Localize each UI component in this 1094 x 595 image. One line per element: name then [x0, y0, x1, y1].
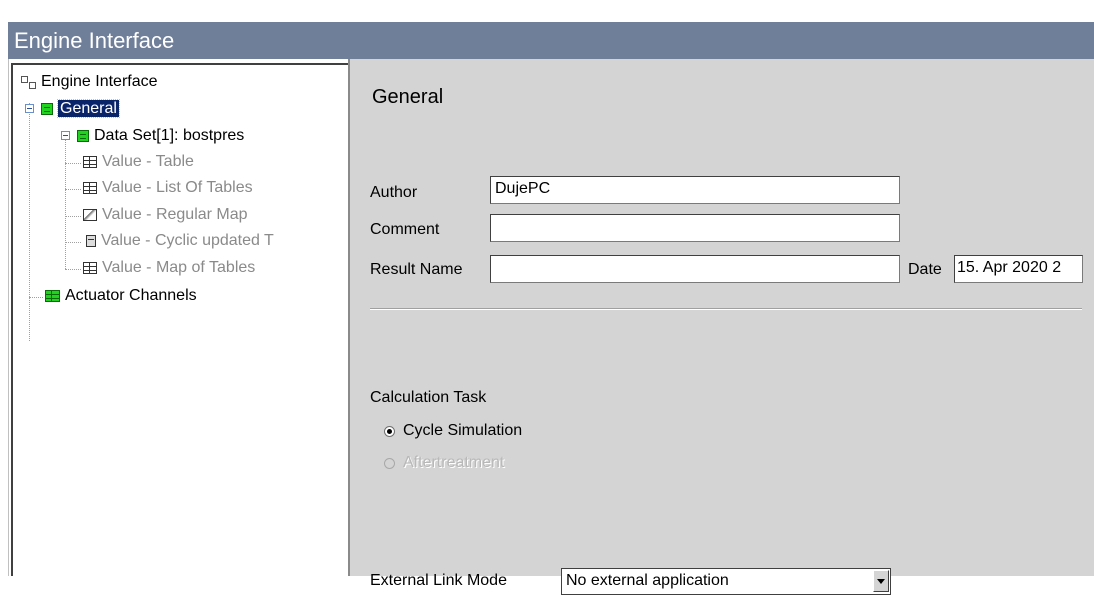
window-title: Engine Interface: [14, 28, 175, 53]
calculation-task-label: Calculation Task: [370, 389, 487, 406]
tree-line: [65, 163, 81, 164]
result-name-label: Result Name: [370, 261, 463, 278]
tree-node-value-cyclic[interactable]: Value - Cyclic updated T: [86, 230, 346, 252]
table-icon: [83, 182, 97, 194]
tree-root-icon: [21, 75, 36, 89]
dataset-icon: [77, 130, 89, 142]
tree-line: [65, 269, 81, 270]
tree-node-value-regular-map[interactable]: Value - Regular Map: [83, 204, 248, 226]
external-link-mode-label: External Link Mode: [370, 572, 507, 589]
collapse-dataset-icon[interactable]: [61, 131, 70, 140]
separator: [370, 308, 1082, 310]
radio-cycle-simulation[interactable]: Cycle Simulation: [384, 422, 522, 440]
tree-line: [65, 189, 81, 190]
map-icon: [83, 209, 97, 221]
comment-field[interactable]: [490, 214, 900, 242]
general-icon: [41, 103, 53, 115]
dropdown-arrow-icon[interactable]: [873, 570, 889, 592]
collapse-general-icon[interactable]: [25, 104, 34, 113]
author-field[interactable]: DujePC: [490, 176, 900, 204]
tree-node-actuator-channels[interactable]: Actuator Channels: [45, 285, 197, 307]
tree-line: [65, 216, 81, 217]
radio-label: Aftertreatment: [403, 454, 505, 471]
radio-label: Cycle Simulation: [403, 422, 523, 439]
tree-line: [29, 297, 43, 298]
tree-line: [65, 242, 81, 243]
comment-label: Comment: [370, 221, 440, 238]
date-label: Date: [908, 261, 942, 278]
calculator-icon: [86, 235, 96, 247]
general-panel: General Author DujePC Comment Result Nam…: [350, 59, 1094, 595]
tree-node-dataset[interactable]: Data Set[1]: bostpres: [77, 125, 244, 147]
page-title: General: [372, 86, 444, 108]
radio-aftertreatment[interactable]: Aftertreatment: [384, 454, 504, 472]
radio-selected-icon: [384, 425, 395, 437]
tree-node-value-table[interactable]: Value - Table: [83, 151, 194, 173]
external-link-mode-select[interactable]: No external application: [561, 568, 891, 595]
table-icon: [83, 156, 97, 168]
tree-node-engine-interface[interactable]: Engine Interface: [21, 71, 158, 93]
tree-line: [65, 137, 66, 269]
tree-node-general[interactable]: General: [41, 98, 120, 120]
tree-line: [29, 103, 30, 341]
author-label: Author: [370, 184, 418, 201]
radio-unselected-icon: [384, 457, 395, 469]
tree-panel[interactable]: Engine Interface General Data Set[1]: bo…: [8, 59, 350, 576]
tree-node-value-list-of-tables[interactable]: Value - List Of Tables: [83, 177, 253, 199]
actuator-icon: [45, 290, 60, 302]
select-value: No external application: [566, 572, 729, 589]
window-title-bar: Engine Interface: [8, 22, 1094, 59]
result-name-field[interactable]: [490, 255, 900, 283]
table-icon: [83, 262, 97, 274]
date-field[interactable]: 15. Apr 2020 2: [954, 255, 1083, 283]
tree-node-value-map-of-tables[interactable]: Value - Map of Tables: [83, 257, 255, 279]
